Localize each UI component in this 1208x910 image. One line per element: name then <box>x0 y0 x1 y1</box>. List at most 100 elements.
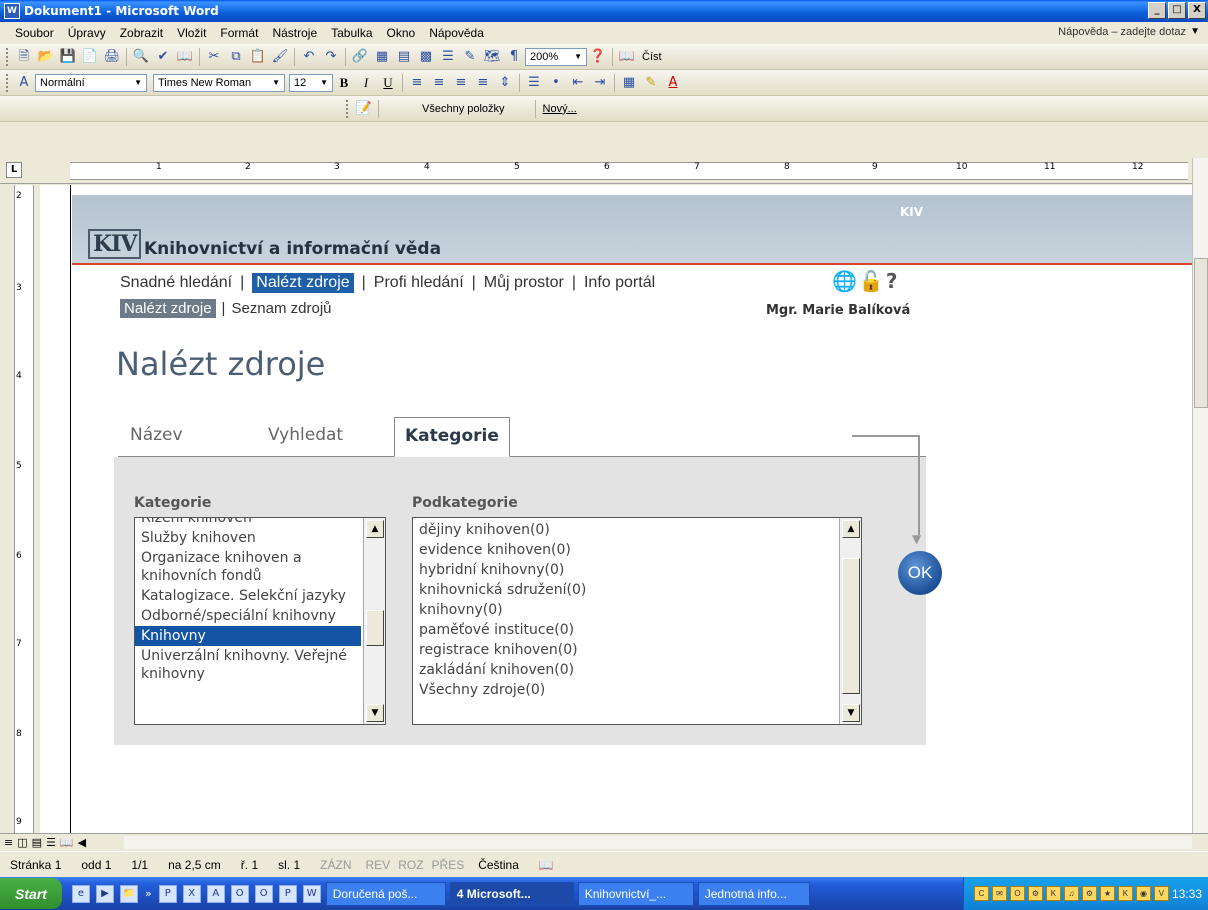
insert-table-icon[interactable]: ▤ <box>395 48 413 66</box>
category-listbox[interactable]: Řízení knihoven Služby knihoven Organiza… <box>134 517 386 725</box>
drawing-icon[interactable]: ✎ <box>461 48 479 66</box>
menu-format[interactable]: Formát <box>213 26 265 40</box>
status-ovr[interactable]: PŘES <box>428 858 469 872</box>
quicklaunch-more-icon[interactable]: » <box>145 887 152 900</box>
category-scrollbar[interactable]: ▲ ▼ <box>363 518 385 724</box>
toolbar-grip[interactable] <box>6 47 9 66</box>
scroll-thumb[interactable] <box>1194 258 1208 408</box>
minimize-button[interactable]: _ <box>1148 2 1166 19</box>
format-painter-icon[interactable]: 🖌 <box>271 48 289 66</box>
insert-excel-icon[interactable]: ▩ <box>417 48 435 66</box>
list-item[interactable]: Řízení knihoven <box>135 518 361 528</box>
align-center-icon[interactable]: ≡ <box>430 74 448 92</box>
line-spacing-icon[interactable]: ⇕ <box>496 74 514 92</box>
font-select[interactable]: Times New Roman ▼ <box>153 73 285 92</box>
list-item[interactable]: dějiny knihoven(0) <box>413 520 837 540</box>
subcategory-scrollbar[interactable]: ▲ ▼ <box>839 518 861 724</box>
folder-icon[interactable]: 📁 <box>120 884 138 903</box>
new-document-icon[interactable]: 🗎 <box>15 48 33 66</box>
open-icon[interactable]: 📂 <box>37 48 55 66</box>
read-icon[interactable]: 📖 <box>618 48 636 66</box>
list-item[interactable]: paměťové instituce(0) <box>413 620 837 640</box>
list-item[interactable]: evidence knihoven(0) <box>413 540 837 560</box>
help-icon[interactable]: ❓ <box>589 48 607 66</box>
menu-zobrazit[interactable]: Zobrazit <box>113 26 170 40</box>
nav-item-simple-search[interactable]: Snadné hledání <box>120 274 232 292</box>
list-item[interactable]: Služby knihoven <box>135 528 361 548</box>
tab-selector-button[interactable]: L <box>6 162 22 178</box>
help-icon[interactable]: ? <box>886 269 900 293</box>
styles-icon[interactable]: A <box>15 74 33 92</box>
menu-napoveda[interactable]: Nápověda <box>422 26 491 40</box>
list-item[interactable]: registrace knihoven(0) <box>413 640 837 660</box>
list-item[interactable]: Univerzální knihovny. Veřejné knihovny <box>135 646 361 684</box>
align-left-icon[interactable]: ≡ <box>408 74 426 92</box>
redo-icon[interactable]: ↷ <box>322 48 340 66</box>
numbering-icon[interactable]: ☰ <box>525 74 543 92</box>
tray-icon[interactable]: V <box>1153 886 1169 901</box>
web-layout-icon[interactable]: ◫ <box>17 836 27 849</box>
tables-borders-icon[interactable]: ▦ <box>373 48 391 66</box>
increase-indent-icon[interactable]: ⇥ <box>591 74 609 92</box>
paste-icon[interactable]: 📋 <box>249 48 267 66</box>
menu-soubor[interactable]: Soubor <box>8 26 61 40</box>
cut-icon[interactable]: ✂ <box>205 48 223 66</box>
scroll-down-icon[interactable]: ▼ <box>366 704 384 722</box>
borders-icon[interactable]: ▦ <box>620 74 638 92</box>
display-for-review-icon[interactable]: 📝 <box>355 100 373 118</box>
menu-tabulka[interactable]: Tabulka <box>324 26 379 40</box>
help-search-input[interactable]: Nápověda – zadejte dotaz <box>1058 26 1186 38</box>
font-size-select[interactable]: 12 ▼ <box>289 73 333 92</box>
help-dropdown-icon[interactable]: ▼ <box>1190 26 1200 37</box>
menu-okno[interactable]: Okno <box>380 26 423 40</box>
list-item[interactable]: knihovny(0) <box>413 600 837 620</box>
copy-icon[interactable]: ⧉ <box>227 48 245 66</box>
tray-icon[interactable]: ◉ <box>1135 886 1151 901</box>
list-item-selected[interactable]: Knihovny <box>135 626 361 646</box>
tray-icon[interactable]: ⚙ <box>1027 886 1043 901</box>
toolbar-grip[interactable] <box>6 73 9 92</box>
font-color-icon[interactable]: A <box>664 74 682 92</box>
status-rec[interactable]: ZÁZN <box>310 858 361 872</box>
task-ie[interactable]: Jednotná info... <box>697 881 810 906</box>
show-formatting-icon[interactable]: ¶ <box>505 48 523 66</box>
normal-view-icon[interactable]: ≡ <box>4 836 13 849</box>
subcategory-listbox[interactable]: dějiny knihoven(0) evidence knihoven(0) … <box>412 517 862 725</box>
show-all-items-dropdown[interactable]: Všechny položky <box>382 103 509 115</box>
app-icon[interactable]: P <box>278 884 297 903</box>
clock[interactable]: 13:33 <box>1172 887 1202 901</box>
bullets-icon[interactable]: • <box>547 74 565 92</box>
list-item[interactable]: Organizace knihoven a knihovních fondů <box>135 548 361 586</box>
status-trk[interactable]: REV <box>362 858 395 872</box>
app-icon[interactable]: X <box>182 884 201 903</box>
subnav-source-list[interactable]: Seznam zdrojů <box>231 300 331 317</box>
tray-icon[interactable]: ⚙ <box>1081 886 1097 901</box>
hyperlink-icon[interactable]: 🔗 <box>351 48 369 66</box>
status-language[interactable]: Čeština <box>468 858 529 872</box>
document-page[interactable]: KIV Knihovnictví a informační věda KIV S… <box>40 185 1192 833</box>
print-layout-icon[interactable]: ▤ <box>32 836 42 849</box>
scroll-thumb[interactable] <box>366 610 384 646</box>
italic-button[interactable]: I <box>357 74 375 92</box>
menu-nastroje[interactable]: Nástroje <box>265 26 324 40</box>
media-icon[interactable]: ▶ <box>96 884 114 903</box>
undo-icon[interactable]: ↶ <box>300 48 318 66</box>
start-button[interactable]: Start <box>0 878 62 909</box>
justify-icon[interactable]: ≡ <box>474 74 492 92</box>
toolbar-grip[interactable] <box>346 99 349 118</box>
globe-icon[interactable]: 🌐 <box>832 269 859 293</box>
list-item[interactable]: hybridní knihovny(0) <box>413 560 837 580</box>
scroll-left-icon[interactable]: ◀ <box>78 836 86 849</box>
align-right-icon[interactable]: ≡ <box>452 74 470 92</box>
new-comment-button[interactable]: Nový... <box>539 103 581 115</box>
outline-view-icon[interactable]: ☰ <box>46 836 56 849</box>
menu-vlozit[interactable]: Vložit <box>170 26 213 40</box>
tray-icon[interactable]: ✉ <box>991 886 1007 901</box>
task-explorer[interactable]: Knihovnictví_... <box>577 881 694 906</box>
columns-icon[interactable]: ☰ <box>439 48 457 66</box>
scroll-up-icon[interactable]: ▲ <box>842 520 860 538</box>
save-icon[interactable]: 💾 <box>59 48 77 66</box>
tab-category[interactable]: Kategorie <box>394 417 510 457</box>
close-button[interactable]: X <box>1188 2 1206 19</box>
document-vertical-scrollbar[interactable] <box>1192 158 1208 833</box>
